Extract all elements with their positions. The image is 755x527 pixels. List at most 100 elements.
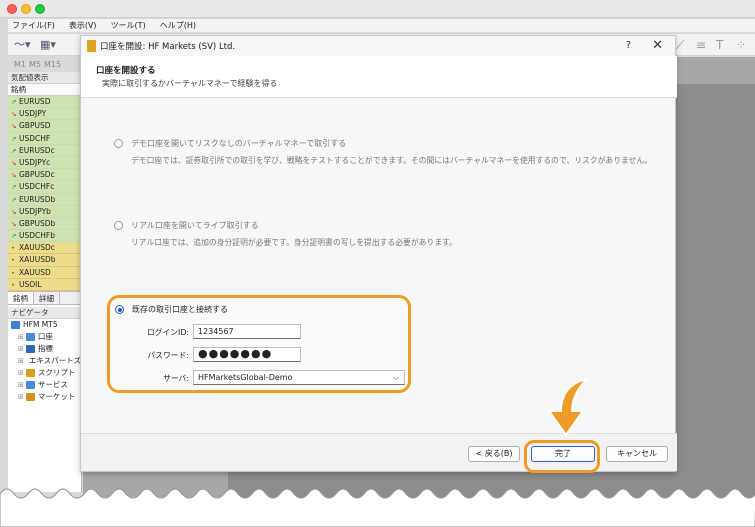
arrow-up-icon: ↗: [11, 146, 17, 155]
server-select[interactable]: HFMarketsGlobal-Demo ⌵: [193, 370, 405, 385]
shapes-tool-icon[interactable]: ⁘: [736, 38, 746, 52]
folder-icon: [25, 393, 35, 401]
label-tool-icon[interactable]: T: [716, 38, 723, 52]
arrow-down-icon: ↘: [11, 171, 17, 180]
expand-icon[interactable]: ⊞: [18, 367, 24, 379]
navigator-item[interactable]: ⊞ サービス: [8, 379, 81, 391]
minimize-window-button[interactable]: [21, 4, 31, 14]
radio-real[interactable]: [114, 221, 123, 230]
symbol-row[interactable]: ↘ USDJPYc: [8, 156, 81, 170]
navigator-item-label: サービス: [37, 380, 68, 389]
close-window-button[interactable]: [7, 4, 17, 14]
menu-help[interactable]: ヘルプ(H): [160, 20, 196, 31]
symbol-row[interactable]: ↘ GBPUSDc: [8, 169, 81, 182]
chart-template-icon[interactable]: ▦▾: [40, 38, 56, 52]
symbol-name: USOIL: [19, 279, 42, 289]
timeframe-m1[interactable]: M1: [14, 60, 26, 69]
dialog-header: 口座を開設する 実際に取引するかバーチャルマネーで経験を得る: [81, 56, 677, 98]
navigator-item[interactable]: ⊞ マーケット: [8, 391, 81, 403]
expand-icon[interactable]: ⊞: [18, 379, 24, 391]
navigator-item[interactable]: ⊞ エキスパートズ: [8, 355, 81, 367]
arrow-up-icon: ↗: [11, 134, 17, 143]
expand-icon[interactable]: ⊞: [18, 355, 24, 367]
text-tool-icon[interactable]: ≡: [696, 38, 706, 52]
symbol-row[interactable]: • USOIL: [8, 278, 81, 291]
navigator-item[interactable]: ⊞ スクリプト: [8, 367, 81, 379]
symbol-name: USDJPYb: [19, 206, 51, 216]
symbol-name: EURUSDb: [19, 194, 56, 204]
dialog-header-title: 口座を開設する: [96, 66, 156, 76]
maximize-window-button[interactable]: [35, 4, 45, 14]
account-icon: [87, 40, 96, 52]
password-input[interactable]: ●●●●●●●: [193, 347, 301, 362]
navigator-item-label: 口座: [37, 332, 53, 341]
expand-icon[interactable]: ⊞: [18, 331, 24, 343]
chart-type-icon[interactable]: 〜▾: [14, 38, 31, 52]
symbol-row[interactable]: ↗ EURUSDb: [8, 193, 81, 206]
navigator-item[interactable]: ⊞ 口座: [8, 331, 81, 343]
expand-icon[interactable]: ⊞: [18, 391, 24, 403]
arrow-down-icon: ↘: [11, 219, 17, 228]
dot-icon: •: [11, 280, 15, 289]
finish-button-highlight: [524, 440, 600, 473]
symbol-row[interactable]: ↗ USDCHFc: [8, 181, 81, 194]
folder-icon: [25, 333, 35, 341]
arrow-up-icon: ↗: [11, 232, 17, 241]
navigator-item-label: 指標: [37, 344, 53, 353]
option-real-description: リアル口座では、追加の身分証明が必要です。身分証明書の写しを提出する必要がありま…: [131, 238, 457, 247]
symbol-name: USDJPY: [19, 109, 47, 119]
menu-view[interactable]: 表示(V): [69, 20, 97, 31]
dot-icon: •: [11, 268, 15, 277]
radio-demo[interactable]: [114, 139, 123, 148]
navigator-item-label: マーケット: [37, 392, 76, 401]
navigator-item[interactable]: HFM MT5: [8, 319, 81, 331]
login-input[interactable]: 1234567: [193, 324, 301, 339]
symbol-name: USDJPYc: [19, 157, 51, 167]
navigator-tree: HFM MT5 ⊞ 口座 ⊞ 指標 ⊞ エキスパートズ ⊞ スクリプト ⊞ サービス ⊞ マーケット: [8, 319, 81, 403]
symbol-row[interactable]: ↗ USDCHF: [8, 132, 81, 145]
symbol-name: USDCHF: [19, 133, 51, 143]
help-button[interactable]: ?: [626, 40, 631, 51]
symbol-row[interactable]: • XAUUSDc: [8, 242, 81, 255]
timeframe-m5[interactable]: M5: [29, 60, 41, 69]
symbol-row[interactable]: • XAUUSDb: [8, 254, 81, 267]
menu-tools[interactable]: ツール(T): [111, 20, 146, 31]
back-button[interactable]: < 戻る(B): [468, 446, 520, 462]
arrow-down-icon: ↘: [11, 110, 17, 119]
symbol-name: EURUSD: [19, 97, 51, 106]
radio-existing[interactable]: [115, 305, 124, 314]
option-real-label: リアル口座を開いてライブ取引する: [131, 221, 259, 230]
symbol-name: XAUUSD: [19, 267, 51, 277]
folder-icon: [25, 381, 35, 389]
tab-details[interactable]: 詳細: [34, 292, 60, 304]
arrow-down-icon: ↘: [11, 122, 17, 131]
symbol-row[interactable]: ↗ EURUSD: [8, 96, 81, 109]
option-existing-label: 既存の取引口座と接続する: [132, 305, 228, 314]
dialog-title: 口座を開設: HF Markets (SV) Ltd.: [100, 42, 236, 52]
timeframe-m15[interactable]: M15: [44, 60, 61, 69]
symbol-row[interactable]: ↘ GBPUSDb: [8, 217, 81, 231]
password-label: パスワード:: [147, 351, 189, 360]
tab-symbols[interactable]: 銘柄: [8, 292, 34, 304]
symbol-name: USDCHFb: [19, 231, 55, 241]
symbol-row[interactable]: • XAUUSD: [8, 266, 81, 279]
arrow-up-icon: ↗: [11, 195, 17, 204]
symbol-row[interactable]: ↘ USDJPYb: [8, 205, 81, 218]
symbol-row[interactable]: ↘ USDJPY: [8, 108, 81, 121]
menu-file[interactable]: ファイル(F): [12, 20, 55, 31]
option-demo-description: デモ口座では、証券取引所での取引を学び、戦略をテストすることができます。その間に…: [131, 156, 652, 165]
close-icon[interactable]: ✕: [652, 38, 663, 53]
symbol-name: GBPUSDb: [19, 218, 56, 228]
market-watch-tabs: 銘柄 詳細: [8, 291, 81, 305]
navigator-item[interactable]: ⊞ 指標: [8, 343, 81, 355]
symbol-row[interactable]: ↗ EURUSDc: [8, 144, 81, 157]
symbol-row[interactable]: ↘ GBPUSD: [8, 120, 81, 133]
draw-tool-icon[interactable]: ⟋: [676, 38, 684, 53]
cancel-button[interactable]: キャンセル: [606, 446, 668, 462]
expand-icon[interactable]: ⊞: [18, 343, 24, 355]
symbol-column-header[interactable]: 銘柄: [8, 84, 81, 96]
folder-icon: [25, 369, 35, 377]
server-label: サーバ:: [163, 374, 189, 383]
dot-icon: •: [11, 244, 15, 253]
symbol-row[interactable]: ↗ USDCHFb: [8, 230, 81, 243]
